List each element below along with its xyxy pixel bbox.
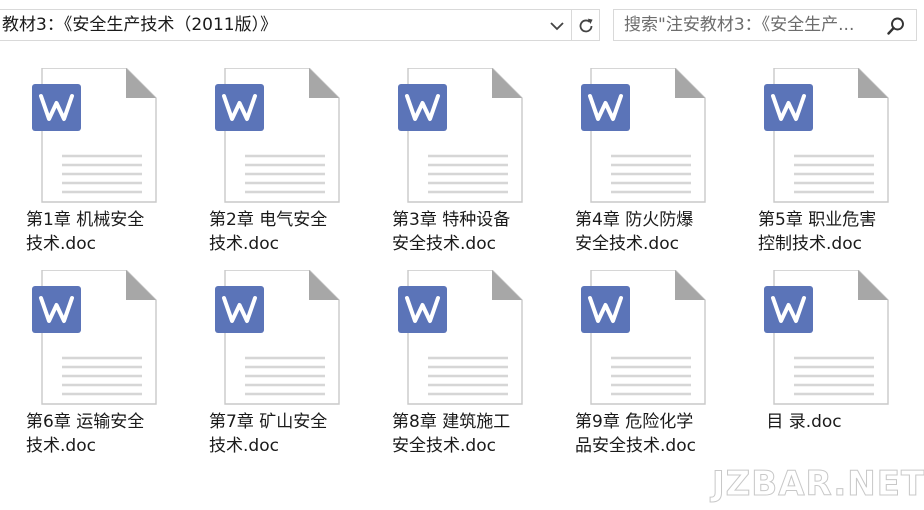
wps-word-doc-icon (215, 270, 340, 405)
file-name[interactable]: 第6章 运输安全 技术.doc (26, 410, 186, 458)
file-item[interactable]: 第8章 建筑施工 安全技术.doc (392, 270, 552, 466)
file-item[interactable]: 第5章 职业危害 控制技术.doc (758, 68, 918, 264)
file-name[interactable]: 第4章 防火防爆 安全技术.doc (575, 208, 735, 256)
file-item[interactable]: 第9章 危险化学 品安全技术.doc (575, 270, 735, 466)
file-item[interactable]: 第3章 特种设备 安全技术.doc (392, 68, 552, 264)
file-name[interactable]: 第2章 电气安全 技术.doc (209, 208, 369, 256)
wps-word-doc-icon (398, 270, 523, 405)
wps-word-doc-icon (764, 68, 889, 203)
file-item[interactable]: 目 录.doc (758, 270, 918, 466)
file-name[interactable]: 第9章 危险化学 品安全技术.doc (575, 410, 735, 458)
file-name[interactable]: 第3章 特种设备 安全技术.doc (392, 208, 552, 256)
wps-word-doc-icon (581, 68, 706, 203)
file-name[interactable]: 第8章 建筑施工 安全技术.doc (392, 410, 552, 458)
file-item[interactable]: 第2章 电气安全 技术.doc (209, 68, 369, 264)
file-name[interactable]: 第5章 职业危害 控制技术.doc (758, 208, 918, 256)
wps-word-doc-icon (32, 68, 157, 203)
wps-word-doc-icon (581, 270, 706, 405)
wps-word-doc-icon (215, 68, 340, 203)
file-item[interactable]: 第1章 机械安全 技术.doc (26, 68, 186, 264)
file-item[interactable]: 第6章 运输安全 技术.doc (26, 270, 186, 466)
watermark: JZBAR.NET (711, 464, 924, 505)
file-item[interactable]: 第7章 矿山安全 技术.doc (209, 270, 369, 466)
file-name[interactable]: 第7章 矿山安全 技术.doc (209, 410, 369, 458)
file-grid: 第1章 机械安全 技术.doc 第2章 电气安全 技术.doc 第3章 特种设备 安… (0, 0, 924, 510)
wps-word-doc-icon (32, 270, 157, 405)
wps-word-doc-icon (764, 270, 889, 405)
wps-word-doc-icon (398, 68, 523, 203)
file-name[interactable]: 第1章 机械安全 技术.doc (26, 208, 186, 256)
file-name[interactable]: 目 录.doc (724, 410, 884, 434)
file-item[interactable]: 第4章 防火防爆 安全技术.doc (575, 68, 735, 264)
